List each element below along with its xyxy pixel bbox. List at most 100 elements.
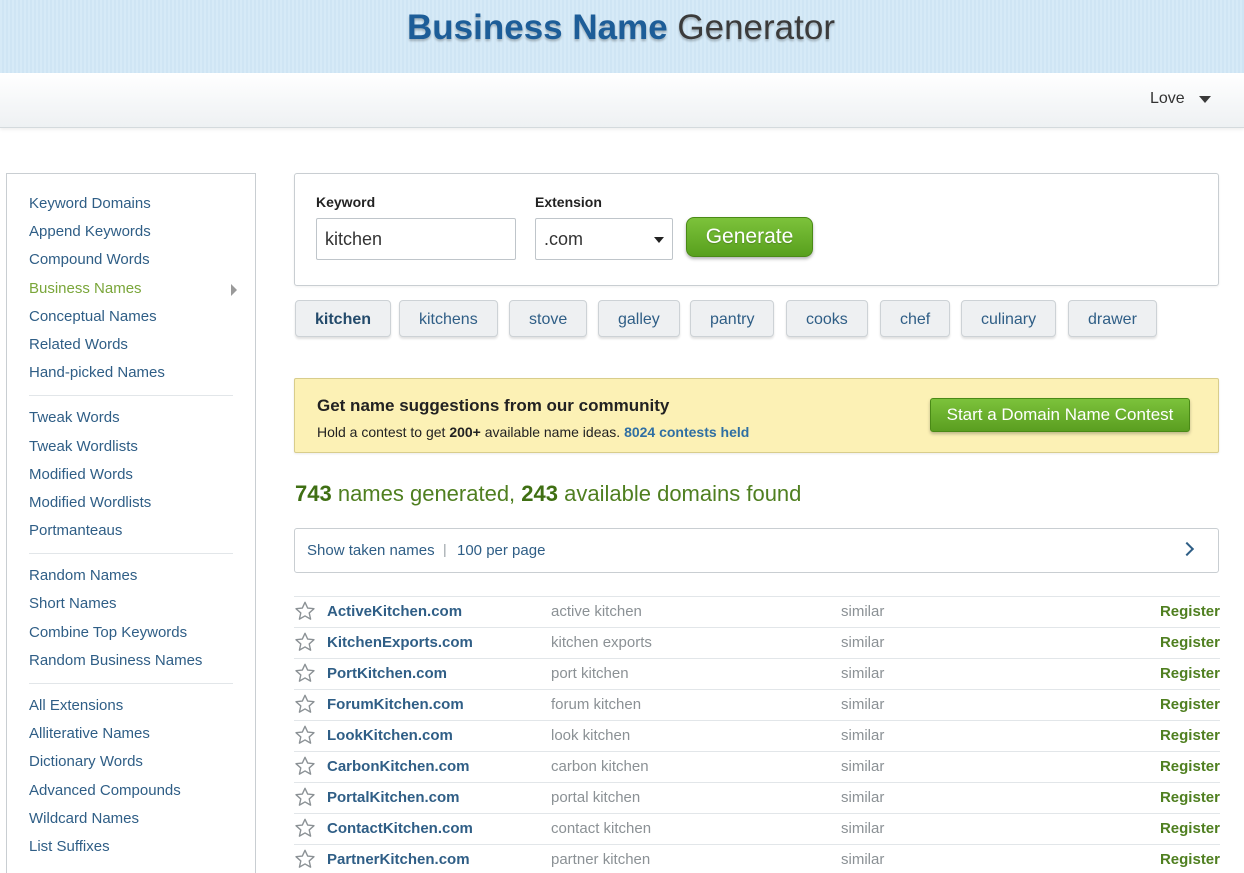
domain-link[interactable]: KitchenExports.com (327, 634, 473, 651)
sidebar-item[interactable]: Combine Top Keywords (29, 619, 233, 647)
similar-link[interactable]: similar (841, 758, 884, 775)
register-link[interactable]: Register (1160, 634, 1220, 651)
names-text: names generated, (331, 481, 522, 506)
star-icon[interactable] (294, 755, 316, 777)
result-row: ContactKitchen.com contact kitchen similar… (294, 813, 1220, 844)
contests-held-link[interactable]: 8024 contests held (624, 424, 749, 440)
sidebar-item[interactable]: Wildcard Names (29, 805, 233, 833)
sidebar-item[interactable]: Modified Wordlists (29, 489, 233, 517)
love-menu-label: Love (1150, 90, 1185, 107)
start-contest-button[interactable]: Start a Domain Name Contest (930, 398, 1190, 432)
site-title[interactable]: Business Name Generator (407, 0, 835, 56)
star-icon[interactable] (294, 693, 316, 715)
sidebar-divider (29, 553, 233, 555)
similar-link[interactable]: similar (841, 851, 884, 868)
similar-link[interactable]: similar (841, 665, 884, 682)
keyword-chip[interactable]: drawer (1068, 300, 1157, 337)
sidebar-item[interactable]: Keyword Domains (29, 190, 233, 218)
sidebar-item[interactable]: Random Business Names (29, 647, 233, 675)
per-page-select[interactable]: 100 per page (457, 542, 545, 559)
sidebar-item[interactable]: Related Words (29, 331, 233, 359)
results-list: ActiveKitchen.com active kitchen similar Re… (294, 596, 1220, 873)
domain-link[interactable]: LookKitchen.com (327, 727, 453, 744)
sidebar-item[interactable]: Portmanteaus (29, 517, 233, 545)
domains-count: 243 (521, 481, 559, 506)
register-link[interactable]: Register (1160, 696, 1220, 713)
sidebar-item[interactable]: Modified Words (29, 461, 233, 489)
star-icon[interactable] (294, 786, 316, 808)
domain-link[interactable]: PortKitchen.com (327, 665, 447, 682)
domain-link[interactable]: ForumKitchen.com (327, 696, 464, 713)
extension-select[interactable]: .com (535, 218, 673, 260)
register-link[interactable]: Register (1160, 851, 1220, 868)
sidebar-item[interactable]: Tweak Words (29, 404, 233, 432)
keyword-chip[interactable]: kitchens (399, 300, 498, 337)
result-row: ForumKitchen.com forum kitchen similar Regi… (294, 689, 1220, 720)
contest-text: Hold a contest to get 200+ available nam… (317, 424, 749, 440)
star-icon[interactable] (294, 724, 316, 746)
sidebar-item[interactable]: Compound Words (29, 246, 233, 274)
keyword-chip[interactable]: culinary (961, 300, 1057, 337)
domain-link[interactable]: PartnerKitchen.com (327, 851, 470, 868)
chevron-right-icon[interactable] (1179, 541, 1195, 557)
generate-button[interactable]: Generate (686, 217, 813, 257)
names-count: 743 (295, 481, 332, 506)
show-taken-toggle[interactable]: Show taken names (307, 542, 435, 559)
similar-link[interactable]: similar (841, 727, 884, 744)
register-link[interactable]: Register (1160, 665, 1220, 682)
sidebar-item[interactable]: Business Names (29, 275, 237, 303)
star-icon[interactable] (294, 848, 316, 870)
domain-words: port kitchen (551, 665, 629, 682)
love-menu[interactable]: Love (1150, 90, 1211, 108)
keyword-input[interactable] (316, 218, 516, 260)
register-link[interactable]: Register (1160, 603, 1220, 620)
sidebar-item[interactable]: Conceptual Names (29, 303, 233, 331)
star-icon[interactable] (294, 631, 316, 653)
register-link[interactable]: Register (1160, 758, 1220, 775)
sidebar-item[interactable]: Hand-picked Names (29, 359, 233, 387)
domain-link[interactable]: CarbonKitchen.com (327, 758, 470, 775)
sidebar-item[interactable]: Append Keywords (29, 218, 233, 246)
result-row: PortalKitchen.com portal kitchen similar Re… (294, 782, 1220, 813)
keyword-chip[interactable]: cooks (786, 300, 868, 337)
domain-link[interactable]: ContactKitchen.com (327, 820, 473, 837)
sidebar-item[interactable]: Tweak Wordlists (29, 433, 233, 461)
filter-separator: | (443, 541, 447, 557)
sidebar: Keyword Domains Append Keywords Compound W… (6, 173, 256, 873)
register-link[interactable]: Register (1160, 789, 1220, 806)
result-row: LookKitchen.com look kitchen similar Regist… (294, 720, 1220, 751)
sidebar-divider (29, 395, 233, 397)
similar-link[interactable]: similar (841, 820, 884, 837)
sidebar-item[interactable]: Advanced Compounds (29, 777, 233, 805)
sidebar-item[interactable]: Short Names (29, 590, 233, 618)
register-link[interactable]: Register (1160, 820, 1220, 837)
contest-banner: Get name suggestions from our community … (294, 378, 1219, 453)
contest-heading: Get name suggestions from our community (317, 396, 670, 415)
similar-link[interactable]: similar (841, 603, 884, 620)
keyword-chip[interactable]: kitchen (295, 300, 392, 337)
site-banner: Business Name Generator (0, 0, 1244, 73)
similar-link[interactable]: similar (841, 696, 884, 713)
keyword-chip[interactable]: galley (598, 300, 680, 337)
result-row: PortKitchen.com port kitchen similar Regist… (294, 658, 1220, 689)
star-icon[interactable] (294, 600, 316, 622)
sidebar-item[interactable]: Alliterative Names (29, 720, 233, 748)
domain-link[interactable]: ActiveKitchen.com (327, 603, 462, 620)
sidebar-item[interactable]: Dictionary Words (29, 748, 233, 776)
keyword-chip[interactable]: chef (880, 300, 951, 337)
similar-link[interactable]: similar (841, 634, 884, 651)
domain-link[interactable]: PortalKitchen.com (327, 789, 460, 806)
similar-link[interactable]: similar (841, 789, 884, 806)
sidebar-item[interactable]: List Suffixes (29, 833, 233, 861)
sidebar-item[interactable]: Random Names (29, 562, 233, 590)
contest-text-after: available name ideas. (480, 424, 625, 440)
keyword-chip[interactable]: stove (509, 300, 588, 337)
register-link[interactable]: Register (1160, 727, 1220, 744)
sidebar-group: Random Names Short Names Combine Top Keywo… (7, 562, 255, 675)
sidebar-item[interactable]: All Extensions (29, 692, 233, 720)
star-icon[interactable] (294, 662, 316, 684)
keyword-chip[interactable]: pantry (690, 300, 775, 337)
star-icon[interactable] (294, 817, 316, 839)
chevron-right-icon (231, 283, 237, 296)
sidebar-group: Keyword Domains Append Keywords Compound W… (7, 190, 255, 387)
